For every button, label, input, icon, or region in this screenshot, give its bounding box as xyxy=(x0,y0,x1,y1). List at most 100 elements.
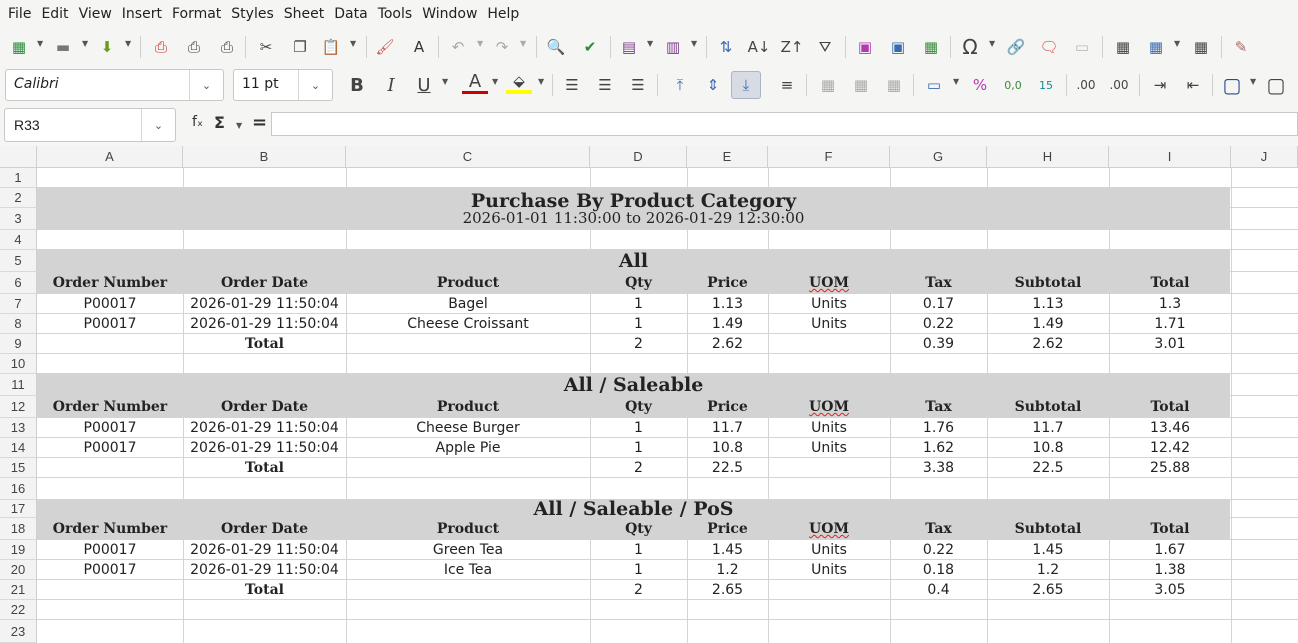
column-label[interactable]: Subtotal xyxy=(987,272,1109,294)
cut-icon[interactable]: ✂ xyxy=(253,34,279,60)
italic-icon[interactable]: I xyxy=(378,72,404,98)
column-dropdown-icon[interactable]: ▼ xyxy=(691,39,697,48)
menu-data[interactable]: Data xyxy=(329,2,372,26)
font-color-icon[interactable]: A xyxy=(462,71,488,94)
align-top-icon[interactable]: ⤒ xyxy=(667,72,693,98)
column-header-b[interactable]: B xyxy=(183,146,346,168)
table-cell[interactable]: 1.71 xyxy=(1109,314,1231,334)
column-label[interactable]: Order Date xyxy=(183,272,346,294)
undo-dropdown-icon[interactable]: ▼ xyxy=(477,39,483,48)
table-cell[interactable]: 1.3 xyxy=(1109,294,1231,314)
total-qty[interactable]: 2 xyxy=(590,580,687,600)
menu-file[interactable]: File xyxy=(3,2,36,26)
table-cell[interactable]: Units xyxy=(768,438,890,458)
column-label[interactable]: UOM xyxy=(768,518,890,540)
table-cell[interactable]: 1.45 xyxy=(687,540,768,560)
column-label[interactable]: Total xyxy=(1109,272,1231,294)
font-size-box[interactable]: 11 pt ⌄ xyxy=(233,69,333,101)
table-cell[interactable]: 1.2 xyxy=(687,560,768,580)
pivot-table-icon[interactable]: ▦ xyxy=(918,34,944,60)
total-total[interactable]: 3.05 xyxy=(1109,580,1231,600)
row-icon[interactable]: ▤ xyxy=(616,34,642,60)
row-header-14[interactable]: 14 xyxy=(0,438,37,458)
redo-icon[interactable]: ↷ xyxy=(489,34,515,60)
unmerge-cells-icon[interactable]: ▦ xyxy=(881,72,907,98)
new-dropdown-icon[interactable]: ▼ xyxy=(37,39,43,48)
column-label[interactable]: Product xyxy=(346,518,590,540)
total-qty[interactable]: 2 xyxy=(590,458,687,478)
sort-ascending-icon[interactable]: A↓ xyxy=(746,34,772,60)
find-replace-icon[interactable]: 🔍 xyxy=(543,34,569,60)
total-subtotal[interactable]: 2.65 xyxy=(987,580,1109,600)
table-cell[interactable]: 2026-01-29 11:50:04 xyxy=(183,438,346,458)
total-subtotal[interactable]: 2.62 xyxy=(987,334,1109,354)
column-label[interactable]: Subtotal xyxy=(987,396,1109,418)
column-header-j[interactable]: J xyxy=(1231,146,1298,168)
total-label[interactable]: Total xyxy=(183,334,346,354)
increase-indent-icon[interactable]: ⇥ xyxy=(1147,72,1173,98)
spreadsheet-grid[interactable]: A B C D E F G H I J 1 2 3 4 5 6 7 8 9 10 11 12 13 14 15 16 17 18 19 2… xyxy=(0,146,1298,643)
undo-icon[interactable]: ↶ xyxy=(445,34,471,60)
column-label[interactable]: Order Number xyxy=(37,518,183,540)
align-center-icon[interactable]: ☰ xyxy=(592,72,618,98)
column-label[interactable]: Qty xyxy=(590,272,687,294)
row-header-5[interactable]: 5 xyxy=(0,250,37,272)
table-cell[interactable]: P00017 xyxy=(37,438,183,458)
table-cell[interactable]: 12.42 xyxy=(1109,438,1231,458)
table-cell[interactable]: P00017 xyxy=(37,314,183,334)
table-cell[interactable]: 1.76 xyxy=(890,418,987,438)
row-header-22[interactable]: 22 xyxy=(0,600,37,620)
chevron-down-icon[interactable]: ⌄ xyxy=(298,70,332,100)
name-box[interactable]: R33 ⌄ xyxy=(4,108,176,142)
decrease-indent-icon[interactable]: ⇤ xyxy=(1180,72,1206,98)
open-dropdown-icon[interactable]: ▼ xyxy=(82,39,88,48)
insert-chart-icon[interactable]: ▣ xyxy=(885,34,911,60)
row-header-4[interactable]: 4 xyxy=(0,230,37,250)
menu-view[interactable]: View xyxy=(74,2,117,26)
table-cell[interactable]: 13.46 xyxy=(1109,418,1231,438)
column-label[interactable]: Subtotal xyxy=(987,518,1109,540)
paste-icon[interactable]: 📋 xyxy=(318,34,344,60)
row-header-7[interactable]: 7 xyxy=(0,294,37,314)
menu-styles[interactable]: Styles xyxy=(226,2,278,26)
sum-icon[interactable]: Σ xyxy=(214,113,225,132)
menu-sheet[interactable]: Sheet xyxy=(279,2,329,26)
column-label[interactable]: Price xyxy=(687,396,768,418)
show-draw-functions-icon[interactable]: ✎ xyxy=(1228,34,1254,60)
table-cell[interactable]: P00017 xyxy=(37,560,183,580)
currency-format-icon[interactable]: ▭ xyxy=(921,72,947,98)
column-header-g[interactable]: G xyxy=(890,146,987,168)
total-price[interactable]: 2.65 xyxy=(687,580,768,600)
row-header-19[interactable]: 19 xyxy=(0,540,37,560)
freeze-rows-columns-icon[interactable]: ▦ xyxy=(1143,34,1169,60)
select-all-corner[interactable] xyxy=(0,146,37,168)
table-cell[interactable]: 0.22 xyxy=(890,540,987,560)
align-bottom-icon[interactable]: ⤓ xyxy=(731,71,761,99)
table-cell[interactable]: 1 xyxy=(590,418,687,438)
row-header-23[interactable]: 23 xyxy=(0,620,37,643)
wrap-text-icon[interactable]: ≡ xyxy=(774,72,800,98)
table-cell[interactable]: 1 xyxy=(590,560,687,580)
clone-formatting-icon[interactable]: 🖌 xyxy=(372,34,398,60)
menu-format[interactable]: Format xyxy=(167,2,226,26)
print-preview-icon[interactable]: ⎙ xyxy=(214,34,240,60)
autofilter-icon[interactable]: ⛛ xyxy=(812,34,838,60)
row-header-9[interactable]: 9 xyxy=(0,334,37,354)
sort-descending-icon[interactable]: Z↑ xyxy=(779,34,805,60)
table-cell[interactable]: 0.18 xyxy=(890,560,987,580)
column-label[interactable]: UOM xyxy=(768,272,890,294)
column-header-a[interactable]: A xyxy=(37,146,183,168)
column-label[interactable]: Product xyxy=(346,272,590,294)
row-header-15[interactable]: 15 xyxy=(0,458,37,478)
table-cell[interactable]: Cheese Croissant xyxy=(346,314,590,334)
row-header-6[interactable]: 6 xyxy=(0,272,37,294)
table-cell[interactable]: 1 xyxy=(590,540,687,560)
function-wizard-icon[interactable]: fₓ xyxy=(192,114,203,130)
column-label[interactable]: Order Number xyxy=(37,396,183,418)
total-label[interactable]: Total xyxy=(183,458,346,478)
total-subtotal[interactable]: 22.5 xyxy=(987,458,1109,478)
background-color-dropdown-icon[interactable]: ▼ xyxy=(538,77,544,86)
sort-icon[interactable]: ⇅ xyxy=(713,34,739,60)
table-cell[interactable]: 1.13 xyxy=(987,294,1109,314)
total-price[interactable]: 22.5 xyxy=(687,458,768,478)
